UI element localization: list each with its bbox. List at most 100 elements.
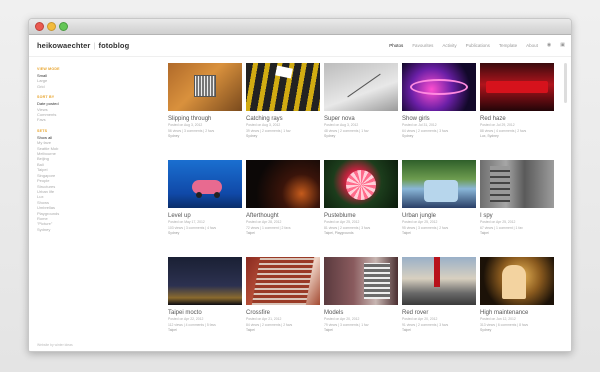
photo-posted-date: Posted on Jul 31, 2012 [402,123,437,127]
photo-thumbnail[interactable] [246,63,320,111]
photo-thumbnail[interactable] [168,257,242,305]
photo-posted-date: Posted on Apr 25, 2012 [402,220,438,224]
photo-card[interactable]: Show girls Posted on Jul 31, 2012 64 views… [402,63,476,139]
photo-title[interactable]: Pusteblume [324,213,398,219]
photo-set-tag[interactable]: Taipei [402,328,476,333]
photo-set-tag[interactable]: Taipei [402,231,476,236]
nav-about[interactable]: About [526,43,538,48]
photo-thumbnail[interactable] [168,160,242,208]
window-titlebar [29,19,571,35]
photo-title[interactable]: Show girls [402,116,476,122]
photo-set-tag[interactable]: Sydney [402,134,476,139]
photo-posted-date: Posted on Aug 3, 2012 [324,123,359,127]
photo-card[interactable]: Pusteblume Posted on Apr 25, 2012 81 views… [324,160,398,236]
photo-thumbnail[interactable] [402,63,476,111]
photo-card[interactable]: Urban jungle Posted on Apr 25, 2012 95 vie… [402,160,476,236]
photo-card[interactable]: Catching rays Posted on Aug 3, 2012 39 vie… [246,63,320,139]
photo-set-tag[interactable]: Taipei [168,328,242,333]
photo-set-tag[interactable]: Taipei [246,231,320,236]
photo-title[interactable]: Level up [168,213,242,219]
photo-thumbnail[interactable] [324,160,398,208]
photo-posted-date: Posted on Aug 3, 2012 [168,123,203,127]
photo-card[interactable]: Slipping through Posted on Aug 3, 2012 56 … [168,63,242,139]
photo-set-tag[interactable]: Taipei [246,328,320,333]
logo-blog: fotoblog [98,41,130,50]
photo-title[interactable]: High maintenance [480,310,554,316]
photo-set-tag[interactable]: Taipei, Playgrounds [324,231,398,236]
photo-thumbnail[interactable] [480,160,554,208]
photo-card[interactable]: Afterthought Posted on Apr 28, 2012 72 vie… [246,160,320,236]
sidebar: VIEW MODE Small Large Grid SORT BY Date poste… [37,61,83,232]
photo-card[interactable]: Taipei mocto Posted on Apr 22, 2012 112 vi… [168,257,242,333]
photo-card[interactable]: Super nova Posted on Aug 3, 2012 48 views … [324,63,398,139]
photo-set-tag[interactable]: Taipei [480,231,554,236]
photo-thumbnail[interactable] [246,257,320,305]
photo-card[interactable]: Models Posted on Apr 20, 2012 79 views | 3… [324,257,398,333]
photo-posted-date: Posted on Apr 20, 2012 [402,317,438,321]
photo-set-tag[interactable]: Sydney [480,328,554,333]
photo-title[interactable]: Super nova [324,116,398,122]
photo-title[interactable]: Taipei mocto [168,310,242,316]
photo-posted-date: Posted on Jul 29, 2012 [480,123,515,127]
nav-template[interactable]: Template [499,43,517,48]
sidebar-item[interactable]: Favs [37,117,83,122]
photo-posted-date: Posted on Apr 21, 2012 [246,317,282,321]
photo-thumbnail[interactable] [324,257,398,305]
photo-card[interactable]: Red haze Posted on Jul 29, 2012 88 views |… [480,63,554,139]
nav-publications[interactable]: Publications [466,43,490,48]
photo-set-tag[interactable]: Taipei [324,328,398,333]
rss-icon[interactable]: ◉ [547,42,551,48]
photo-title[interactable]: Crossfire [246,310,320,316]
photo-set-tag[interactable]: Sydney [168,231,242,236]
logo-separator: | [93,41,96,50]
photo-card[interactable]: I spy Posted on Apr 25, 2012 67 views | 1 … [480,160,554,236]
photo-thumbnail[interactable] [402,160,476,208]
zoom-window-button[interactable] [59,22,68,31]
photo-card[interactable]: Level up Posted on May 17, 2012 103 views … [168,160,242,236]
photo-title[interactable]: Catching rays [246,116,320,122]
browser-window: heikowaechter | fotoblog Photos Favourites… [28,18,572,352]
sidebar-item[interactable]: Grid [37,84,83,89]
sidebar-item[interactable]: Sydney [37,227,83,232]
photo-thumbnail[interactable] [324,63,398,111]
photo-set-tag[interactable]: Sydney [168,134,242,139]
photo-card[interactable]: Red rover Posted on Apr 20, 2012 91 views … [402,257,476,333]
photo-thumbnail[interactable] [480,257,554,305]
sidebar-section-title: VIEW MODE [37,67,60,71]
photo-thumbnail[interactable] [168,63,242,111]
sidebar-section-title: SORT BY [37,95,55,100]
photo-set-tag[interactable]: Lux, Sydney [480,134,554,139]
photo-set-tag[interactable]: Sydney [324,134,398,139]
photo-thumbnail[interactable] [480,63,554,111]
photo-title[interactable]: I spy [480,213,554,219]
footer-credit: Website by winter ideas [37,343,73,347]
site-header: heikowaechter | fotoblog Photos Favourites… [29,35,571,57]
photo-thumbnail[interactable] [246,160,320,208]
main-nav: Photos Favourites Activity Publications … [389,42,565,48]
site-logo[interactable]: heikowaechter | fotoblog [37,41,129,50]
photo-title[interactable]: Slipping through [168,116,242,122]
minimize-window-button[interactable] [47,22,56,31]
photo-title[interactable]: Red haze [480,116,554,122]
photo-thumbnail[interactable] [402,257,476,305]
logo-name: heikowaechter [37,41,91,50]
nav-activity[interactable]: Activity [442,43,456,48]
photo-title[interactable]: Afterthought [246,213,320,219]
photo-title[interactable]: Models [324,310,398,316]
photo-title[interactable]: Urban jungle [402,213,476,219]
photo-posted-date: Posted on Apr 25, 2012 [324,220,360,224]
photo-card[interactable]: Crossfire Posted on Apr 21, 2012 84 views … [246,257,320,333]
photo-posted-date: Posted on May 17, 2012 [168,220,205,224]
photo-set-tag[interactable]: Sydney [246,134,320,139]
photo-posted-date: Posted on Apr 25, 2012 [480,220,516,224]
photo-title[interactable]: Red rover [402,310,476,316]
photo-posted-date: Posted on Jun 12, 2012 [480,317,516,321]
scrollbar[interactable] [564,63,567,103]
nav-favourites[interactable]: Favourites [412,43,433,48]
close-window-button[interactable] [35,22,44,31]
photo-card[interactable]: High maintenance Posted on Jun 12, 2012 31… [480,257,554,333]
photo-posted-date: Posted on Apr 28, 2012 [246,220,282,224]
nav-photos[interactable]: Photos [389,43,403,48]
photo-posted-date: Posted on Aug 3, 2012 [246,123,281,127]
feed-icon[interactable]: ▣ [560,42,565,48]
